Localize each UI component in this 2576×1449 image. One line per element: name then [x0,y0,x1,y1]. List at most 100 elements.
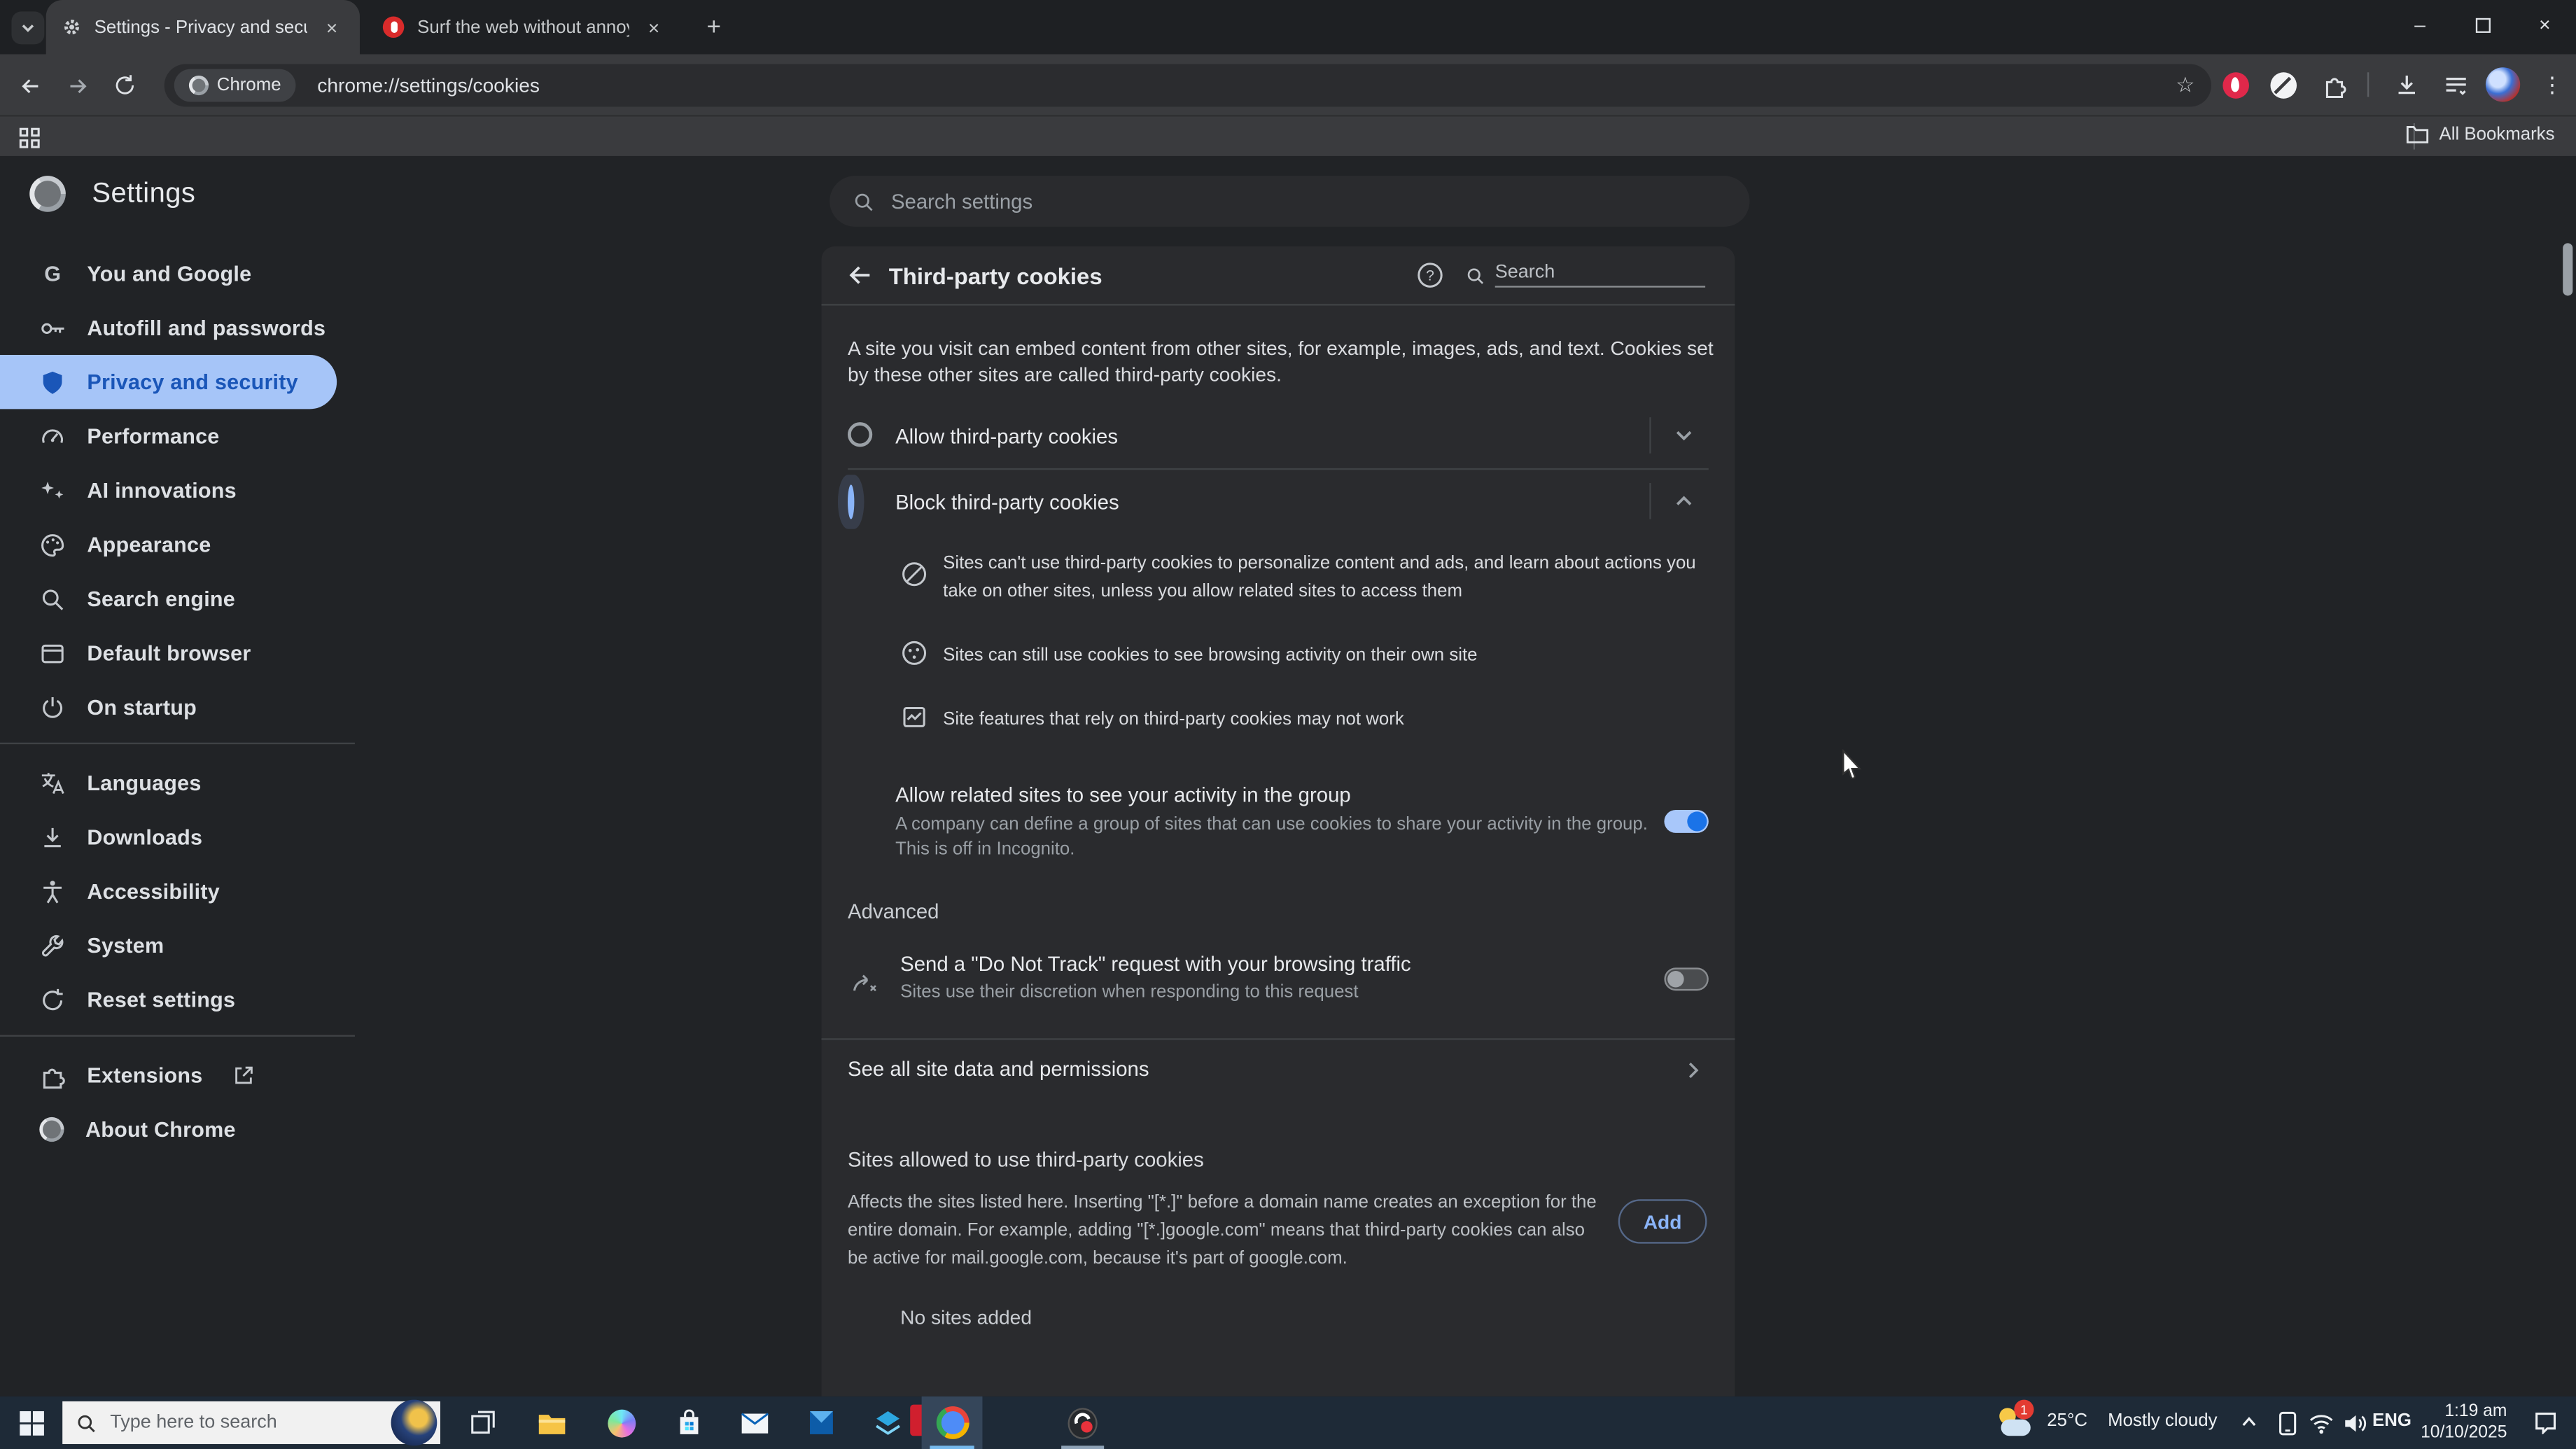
add-site-button[interactable]: Add [1618,1199,1707,1244]
extension-adblock-icon[interactable] [2220,69,2251,101]
sidebar-item-on-startup[interactable]: On startup [0,680,355,734]
tab-close-button[interactable]: × [643,14,666,41]
chrome-logo-icon [188,75,209,96]
chrome-chip[interactable]: Chrome [174,69,296,102]
wrench-icon [42,934,64,956]
mail-button[interactable] [739,1408,769,1437]
sidebar-item-system[interactable]: System [0,918,355,972]
clock-date: 10/10/2025 [2421,1422,2507,1443]
chrome-chip-label: Chrome [216,75,281,96]
subpage-title: Third-party cookies [888,262,1102,290]
tab-surf-web[interactable]: Surf the web without annoying × [366,0,682,54]
back-arrow-icon[interactable] [846,261,874,289]
adblock-badge [2222,71,2248,98]
reading-list-button[interactable] [2440,69,2471,101]
no-sites-added-label: No sites added [900,1306,1032,1329]
volume-button[interactable] [2339,1408,2369,1437]
weather-button[interactable]: 1 [1998,1399,2034,1436]
sparkle-icon [41,480,64,498]
sites-allowed-heading: Sites allowed to use third-party cookies [848,1148,1204,1172]
sidebar-item-performance[interactable]: Performance [0,409,355,463]
dnt-toggle[interactable] [1664,967,1709,991]
url-text: chrome://settings/cookies [317,74,540,97]
copilot-button[interactable] [606,1408,636,1437]
blue-mail-tile-button[interactable] [806,1408,836,1437]
sidebar-item-languages[interactable]: Languages [0,756,355,810]
sidebar-item-about-chrome[interactable]: About Chrome [0,1102,355,1156]
windows-logo-icon [18,1410,43,1435]
start-button[interactable] [16,1408,46,1437]
reload-button[interactable] [110,71,139,100]
sidebar-item-autofill[interactable]: Autofill and passwords [0,300,355,354]
profile-avatar[interactable] [2485,67,2521,102]
layers-icon [874,1411,899,1435]
browser-menu-button[interactable]: ⋮ [2537,69,2568,101]
block-bullet-3: Site features that rely on third-party c… [943,709,1404,730]
new-tab-button[interactable]: + [696,10,731,44]
bookmark-star-icon[interactable]: ☆ [2176,72,2194,99]
help-icon[interactable]: ? [1416,261,1444,289]
maximize-button[interactable] [2451,0,2514,49]
file-explorer-button[interactable] [537,1408,566,1437]
allow-radio-button[interactable] [848,422,873,447]
downloads-button[interactable] [2390,69,2422,101]
sidebar-item-privacy-security[interactable]: Privacy and security [0,354,337,410]
sidebar-item-default-browser[interactable]: Default browser [0,626,355,680]
sidebar-item-appearance[interactable]: Appearance [0,517,355,571]
chevron-up-icon [1676,496,1692,505]
extensions-puzzle-icon[interactable] [2318,69,2350,101]
block-radio-button[interactable] [848,484,855,519]
microsoft-store-button[interactable] [673,1408,703,1437]
settings-search[interactable] [830,176,1750,227]
extension-blocker-icon[interactable] [2267,69,2299,101]
taskbar-clock[interactable]: 1:19 am 10/10/2025 [2421,1401,2507,1444]
lively-wallpaper-button[interactable] [872,1408,902,1437]
forward-button[interactable] [62,71,92,100]
block-collapse-button[interactable] [1649,482,1695,519]
envelope-icon [740,1412,768,1433]
advanced-section-label: Advanced [848,900,939,923]
minimize-button[interactable]: – [2388,0,2451,49]
subpage-search[interactable] [1465,262,1706,288]
sidebar-item-extensions[interactable]: Extensions [0,1048,355,1102]
chrome-logo-icon [39,1116,64,1142]
sidebar-item-reset-settings[interactable]: Reset settings [0,972,355,1026]
forward-icon [69,78,86,92]
address-bar[interactable]: Chrome chrome://settings/cookies ☆ [164,64,2211,107]
apps-grid-button[interactable] [13,122,45,153]
page-scrollbar-thumb[interactable] [2563,243,2573,296]
your-phone-button[interactable] [2272,1408,2302,1437]
list-icon [2445,76,2465,94]
tab-close-button[interactable]: × [321,14,344,41]
wifi-button[interactable] [2306,1408,2336,1437]
search-highlight-orb[interactable] [391,1399,438,1446]
sidebar-item-ai-innovations[interactable]: AI innovations [0,463,355,517]
sidebar-item-accessibility[interactable]: Accessibility [0,864,355,918]
language-indicator[interactable]: ENG [2372,1411,2412,1431]
sidebar-item-search-engine[interactable]: Search engine [0,572,355,626]
all-bookmarks-button[interactable]: All Bookmarks [2404,123,2554,145]
back-button[interactable] [15,71,44,100]
row-divider [848,468,1709,470]
download-icon [44,827,61,847]
related-sites-toggle[interactable] [1664,810,1709,833]
taskbar-search-input[interactable] [110,1413,357,1433]
notification-center-button[interactable] [2530,1408,2559,1437]
accessibility-person-icon [43,880,62,903]
obs-button[interactable] [1061,1407,1105,1449]
tab-settings[interactable]: Settings - Privacy and security × [46,0,360,55]
sidebar-item-you-and-google[interactable]: G You and Google [0,246,355,300]
close-window-button[interactable]: × [2514,0,2576,49]
subpage-search-input[interactable] [1494,262,1706,288]
task-view-button[interactable] [468,1408,498,1437]
tray-expand-button[interactable] [2234,1408,2264,1437]
translate-icon [41,772,64,793]
settings-search-input[interactable] [890,190,1727,213]
chrome-taskbar-active[interactable] [921,1396,983,1449]
tab-search-button[interactable] [11,11,45,45]
reload-icon [115,75,134,94]
back-icon [21,78,38,92]
sidebar-item-downloads[interactable]: Downloads [0,810,355,864]
taskbar-search[interactable] [62,1401,440,1444]
allow-expand-button[interactable] [1649,417,1695,454]
